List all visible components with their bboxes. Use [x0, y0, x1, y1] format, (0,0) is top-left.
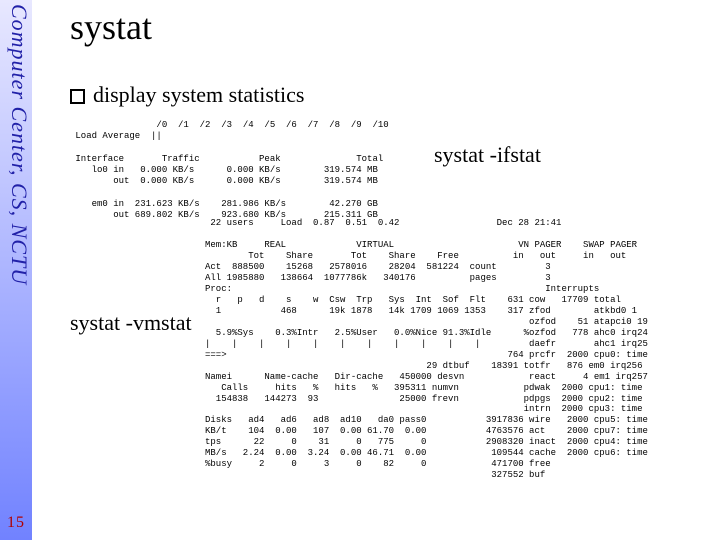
- page-title: systat: [70, 6, 716, 48]
- slide-content: systat display system statistics /0 /1 /…: [40, 0, 716, 540]
- page-number: 15: [4, 514, 28, 532]
- vmstat-output: 22 users Load 0.87 0.51 0.42 Dec 28 21:4…: [205, 218, 717, 481]
- sidebar: Computer Center, CS, NCTU 15: [0, 0, 32, 540]
- ifstat-label: systat -ifstat: [434, 142, 541, 168]
- vmstat-label: systat -vmstat: [70, 310, 192, 336]
- sidebar-text: Computer Center, CS, NCTU: [7, 0, 36, 285]
- bullet-row: display system statistics: [70, 82, 716, 108]
- bullet-text: display system statistics: [93, 82, 304, 107]
- bullet-icon: [70, 89, 85, 104]
- ifstat-output: /0 /1 /2 /3 /4 /5 /6 /7 /8 /9 /10 Load A…: [70, 120, 416, 221]
